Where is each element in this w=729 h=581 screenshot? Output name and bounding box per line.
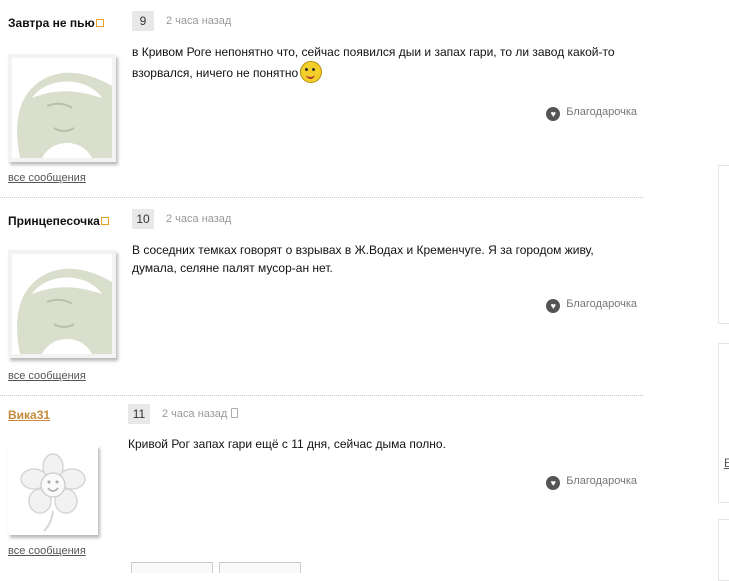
bottom-button-2[interactable]: [219, 562, 301, 573]
post-author[interactable]: Вика31: [8, 408, 50, 422]
heart-icon: ♥: [546, 107, 561, 121]
post-time: 2 часа назад: [162, 408, 239, 420]
post-author[interactable]: Принцепесочка: [8, 214, 109, 228]
post-1: Завтра не пью 9 2 часа назад в Кривом Ро…: [0, 0, 643, 198]
post-text: В соседних темках говорят о взрывах в Ж.…: [132, 243, 594, 275]
post-3: Вика31 11 2 часа назад Кривой Рог запах …: [0, 396, 643, 566]
post-number[interactable]: 11: [128, 404, 150, 424]
heart-icon: ♥: [546, 299, 561, 313]
all-messages-link[interactable]: все сообщения: [8, 172, 86, 184]
online-status-icon: [95, 19, 104, 27]
sidebar-box: [718, 165, 729, 324]
post-time: 2 часа назад: [166, 15, 232, 27]
mobile-phone-icon: [231, 408, 239, 418]
heart-icon: ♥: [546, 476, 561, 490]
post-number[interactable]: 10: [132, 209, 154, 229]
post-time-text: 2 часа назад: [162, 408, 228, 420]
post-author[interactable]: Завтра не пью: [8, 16, 104, 30]
smiley-emoticon-icon: [300, 61, 323, 83]
bottom-button-1[interactable]: [131, 562, 213, 573]
flower-icon: [20, 453, 86, 532]
post-time: 2 часа назад: [166, 213, 232, 225]
thanks-label: Благодарочка: [566, 298, 637, 310]
thanks-label: Благодарочка: [566, 475, 637, 487]
post-text-content: в Кривом Роге непонятно что, сейчас появ…: [132, 45, 615, 80]
post-text: в Кривом Роге непонятно что, сейчас появ…: [132, 43, 632, 83]
avatar[interactable]: [8, 54, 116, 162]
post-2: Принцепесочка 10 2 часа назад В соседних…: [0, 198, 643, 396]
avatar[interactable]: [8, 250, 116, 358]
all-messages-link[interactable]: все сообщения: [8, 545, 86, 557]
sidebar-box: [718, 519, 729, 581]
post-number[interactable]: 9: [132, 11, 154, 31]
all-messages-link[interactable]: все сообщения: [8, 370, 86, 382]
author-name[interactable]: Принцепесочка: [8, 214, 100, 228]
thanks-button[interactable]: ♥ Благодарочка: [546, 475, 637, 490]
lady-with-hat-icon: [12, 58, 112, 158]
thanks-button[interactable]: ♥ Благодарочка: [546, 298, 637, 313]
author-name[interactable]: Завтра не пью: [8, 16, 95, 30]
online-status-icon: [100, 217, 109, 225]
lady-with-hat-icon: [12, 254, 112, 354]
author-name[interactable]: Вика31: [8, 408, 50, 422]
sidebar-partial-letter[interactable]: Е: [724, 456, 729, 470]
post-text: Кривой Рог запах гари ещё с 11 дня, сейч…: [128, 437, 446, 451]
thanks-button[interactable]: ♥ Благодарочка: [546, 106, 637, 121]
thanks-label: Благодарочка: [566, 106, 637, 118]
avatar[interactable]: [8, 445, 98, 535]
sidebar-box: Е: [718, 343, 729, 503]
